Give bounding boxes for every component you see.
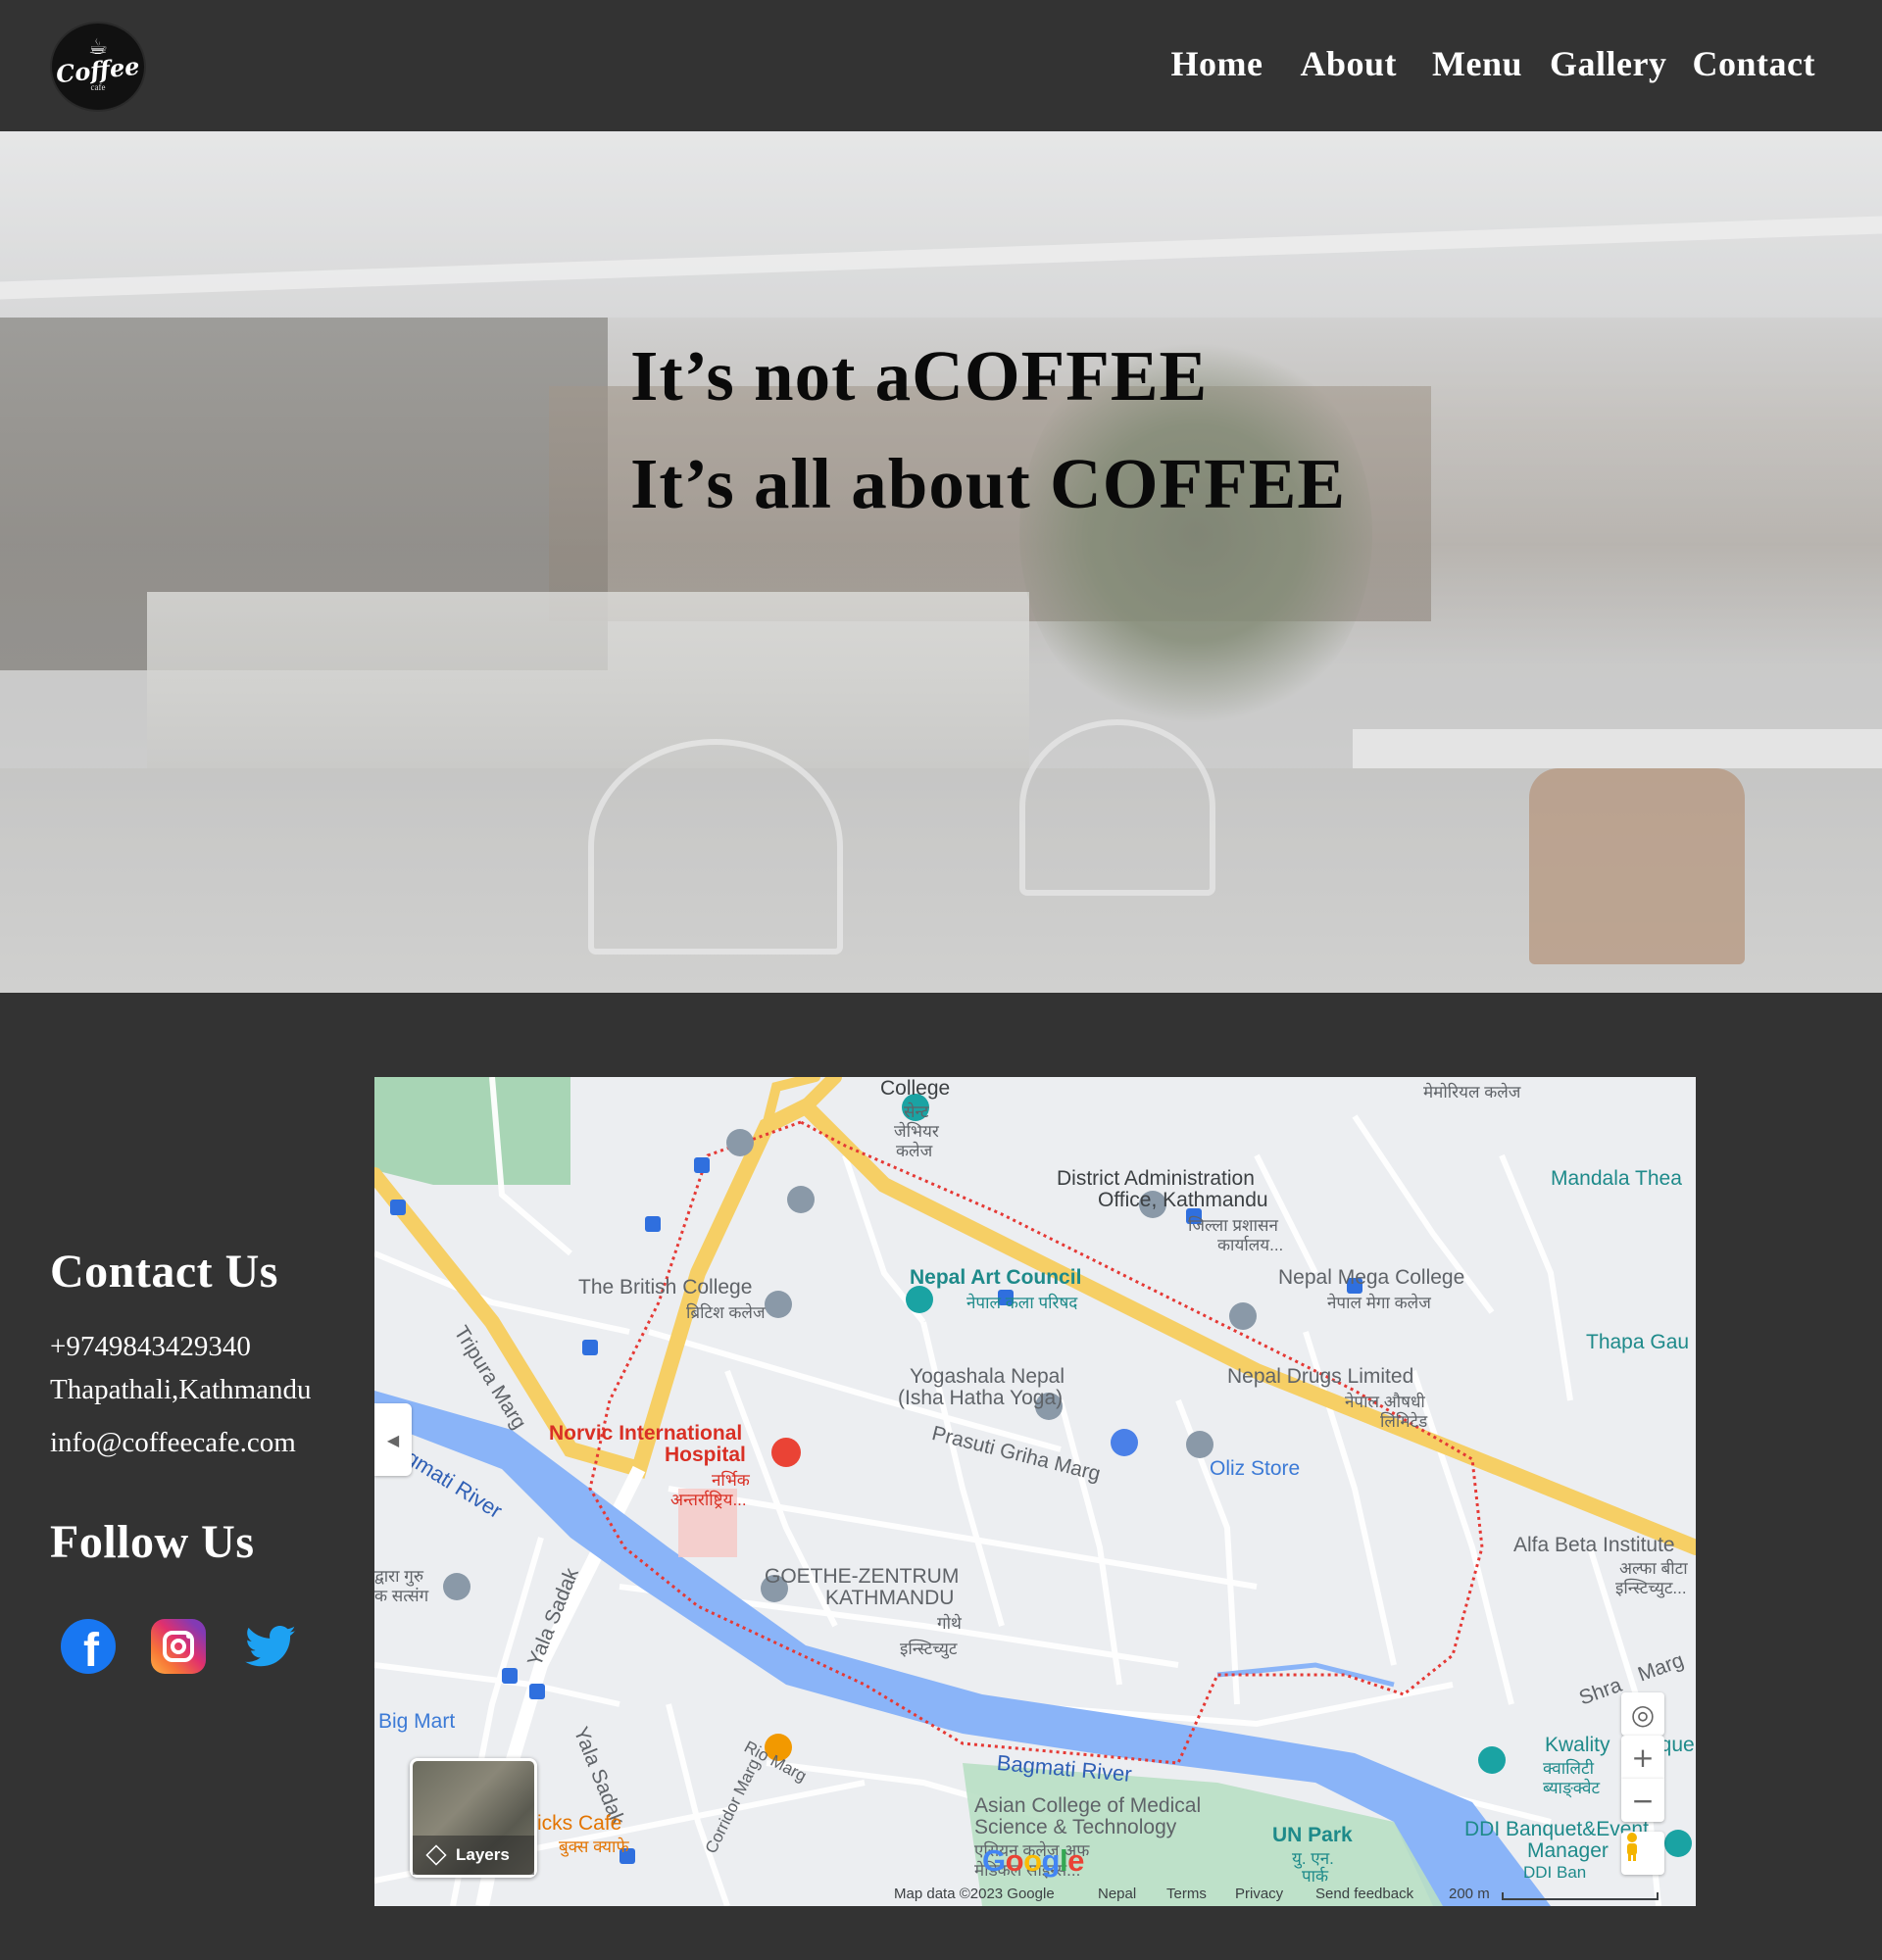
map-label: गोथे: [937, 1614, 962, 1633]
map-terms-link[interactable]: Terms: [1166, 1886, 1207, 1902]
map-label: KATHMANDU: [825, 1587, 955, 1609]
map-region-link[interactable]: Nepal: [1098, 1886, 1136, 1902]
logo-text: Coffee: [54, 51, 141, 89]
map-label: Alfa Beta Institute: [1513, 1534, 1675, 1556]
map-label: Nepal Mega College: [1278, 1266, 1465, 1289]
zoom-in-button[interactable]: +: [1621, 1736, 1664, 1779]
map-label: Kwality: [1545, 1734, 1610, 1756]
nav-home-link[interactable]: Home: [1171, 43, 1263, 84]
map-roads: [374, 1077, 1696, 1906]
map-data-credit: Map data ©2023 Google: [894, 1886, 1055, 1902]
map-label: (Isha Hatha Yoga): [898, 1387, 1064, 1409]
nav-contact-link[interactable]: Contact: [1693, 43, 1815, 84]
contact-phone[interactable]: +9749843429340: [50, 1331, 251, 1363]
map-label: GOETHE-ZENTRUM: [765, 1565, 960, 1588]
zoom-out-button[interactable]: −: [1621, 1779, 1664, 1822]
map-label: Science & Technology: [974, 1816, 1177, 1838]
map-label: icks Cafe: [537, 1812, 622, 1835]
map-label: Manager: [1527, 1839, 1609, 1862]
map-label: क सत्संग: [374, 1587, 429, 1605]
hero-headline-line2: It’s all about COFFEE: [630, 444, 1347, 523]
contact-address: Thapathali,Kathmandu: [50, 1374, 312, 1405]
contact-email[interactable]: info@coffeecafe.com: [50, 1427, 296, 1459]
map-label: कार्यालय...: [1217, 1236, 1284, 1254]
map-label: नेपाल कला परिषद: [966, 1294, 1078, 1312]
map-label: ब्याङ्क्वेट: [1543, 1779, 1601, 1797]
map-collapse-panel-button[interactable]: ◀: [374, 1403, 412, 1476]
map-label: Office, Kathmandu: [1098, 1189, 1268, 1211]
map-label: ब्रिटिश कलेज: [686, 1303, 766, 1322]
location-map[interactable]: College सेन्ट जेभियर कलेज मेमोरियल कलेज …: [374, 1077, 1696, 1906]
map-attribution-bar: Map data ©2023 Google Nepal Terms Privac…: [374, 1883, 1696, 1906]
map-label: Oliz Store: [1210, 1457, 1301, 1480]
map-label: Thapa Gau: [1586, 1331, 1690, 1353]
map-label: UN Park: [1272, 1824, 1353, 1846]
map-label: Mandala Thea: [1551, 1167, 1682, 1190]
map-label: लिमिटेड: [1380, 1412, 1428, 1431]
hero-overlay: [0, 131, 1882, 993]
coffee-cafe-logo[interactable]: ☕ Coffee cafe: [50, 22, 146, 112]
nav-menu-link[interactable]: Menu: [1432, 43, 1522, 84]
layers-icon: [425, 1844, 447, 1866]
twitter-icon[interactable]: [243, 1619, 298, 1674]
layers-label: Layers: [456, 1845, 510, 1864]
map-privacy-link[interactable]: Privacy: [1235, 1886, 1283, 1902]
instagram-icon[interactable]: [151, 1619, 206, 1674]
nav-gallery-link[interactable]: Gallery: [1550, 43, 1666, 84]
pegman-street-view-icon[interactable]: [1621, 1832, 1664, 1875]
map-send-feedback-link[interactable]: Send feedback: [1315, 1886, 1413, 1902]
map-layers-button[interactable]: Layers: [410, 1758, 537, 1878]
contact-us-heading: Contact Us: [50, 1246, 278, 1298]
map-label: College: [880, 1077, 951, 1100]
hero-banner: It’s not aCOFFEE It’s all about COFFEE: [0, 131, 1882, 993]
follow-us-heading: Follow Us: [50, 1516, 255, 1568]
map-label: कलेज: [896, 1142, 933, 1160]
map-scale-label: 200 m: [1449, 1886, 1490, 1902]
map-label: DDI Ban: [1523, 1863, 1587, 1882]
main-menu: Home About Menu Gallery Contact: [1171, 43, 1815, 84]
map-label: बुक्स क्याफे: [559, 1838, 629, 1856]
my-location-icon[interactable]: ◎: [1621, 1692, 1664, 1736]
nav-about-link[interactable]: About: [1301, 43, 1398, 84]
map-label: Asian College of Medical: [974, 1794, 1202, 1817]
map-label: Norvic International: [549, 1422, 743, 1445]
facebook-icon[interactable]: f: [61, 1619, 116, 1675]
map-label: मेमोरियल कलेज: [1423, 1083, 1521, 1102]
map-label: Big Mart: [378, 1710, 456, 1733]
map-label: अन्तर्राष्ट्रिय...: [670, 1491, 747, 1509]
map-scale-bar: [1502, 1892, 1659, 1900]
map-label: इन्स्टिच्युट: [900, 1640, 958, 1658]
google-logo: Google: [982, 1843, 1084, 1878]
map-label: Hospital: [665, 1444, 746, 1466]
map-label: Yogashala Nepal: [910, 1365, 1065, 1388]
map-label: नेपाल मेगा कलेज: [1327, 1294, 1431, 1312]
map-label: Nepal Art Council: [910, 1266, 1082, 1289]
map-label: District Administration: [1057, 1167, 1255, 1190]
map-label: इन्स्टिच्युट...: [1615, 1579, 1687, 1597]
map-label: The British College: [578, 1276, 753, 1298]
hero-headline-line1: It’s not aCOFFEE: [630, 336, 1209, 416]
navbar: ☕ Coffee cafe Home About Menu Gallery Co…: [0, 0, 1882, 131]
map-label: Nepal Drugs Limited: [1227, 1365, 1414, 1388]
